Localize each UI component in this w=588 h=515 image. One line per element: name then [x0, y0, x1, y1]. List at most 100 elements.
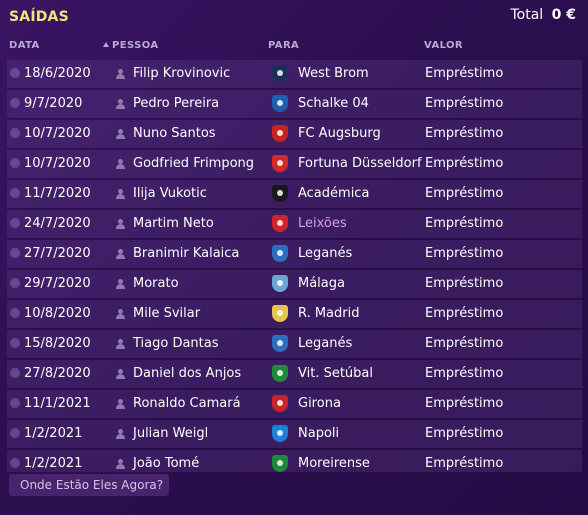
row-date: 27/7/2020: [24, 246, 91, 261]
row-status-icon: [10, 218, 20, 228]
row-date: 15/8/2020: [24, 336, 91, 351]
row-club-name[interactable]: Académica: [298, 186, 369, 201]
row-value: Empréstimo: [425, 456, 504, 471]
club-badge-icon: [272, 125, 288, 142]
row-person-name[interactable]: Martim Neto: [133, 216, 214, 231]
row-value: Empréstimo: [425, 246, 504, 261]
club-badge-icon: [272, 365, 288, 382]
row-club-name[interactable]: Napoli: [298, 426, 339, 441]
table-row[interactable]: 11/1/2021 Ronaldo Camará Girona Empréstimo: [7, 390, 582, 419]
club-badge-icon: [272, 155, 288, 172]
person-icon: [116, 99, 125, 109]
row-club-name[interactable]: Leixões: [298, 216, 347, 231]
row-club-name[interactable]: Málaga: [298, 276, 345, 291]
table-row[interactable]: 11/7/2020 Ilija Vukotic Académica Empréstim…: [7, 180, 582, 209]
table-row[interactable]: 1/2/2021 João Tomé Moreirense Empréstimo: [7, 450, 582, 472]
row-status-icon: [10, 398, 20, 408]
row-person-name[interactable]: Pedro Pereira: [133, 96, 219, 111]
row-club-name[interactable]: West Brom: [298, 66, 369, 81]
row-status-icon: [10, 338, 20, 348]
column-header-value[interactable]: VALOR: [424, 40, 463, 54]
person-icon: [116, 279, 125, 289]
row-club-name[interactable]: Moreirense: [298, 456, 370, 471]
transfers-list: 18/6/2020 Filip Krovinovic West Brom Emprés…: [7, 60, 582, 472]
row-person-name[interactable]: Nuno Santos: [133, 126, 216, 141]
person-icon: [116, 129, 125, 139]
row-club-name[interactable]: Leganés: [298, 336, 352, 351]
row-club-name[interactable]: FC Augsburg: [298, 126, 381, 141]
row-club-name[interactable]: Leganés: [298, 246, 352, 261]
row-club-name[interactable]: R. Madrid: [298, 306, 359, 321]
club-badge-icon: [272, 455, 288, 472]
row-club-name[interactable]: Vit. Setúbal: [298, 366, 373, 381]
row-date: 10/8/2020: [24, 306, 91, 321]
row-date: 18/6/2020: [24, 66, 91, 81]
table-row[interactable]: 24/7/2020 Martim Neto Leixões Empréstimo: [7, 210, 582, 239]
row-person-name[interactable]: Ilija Vukotic: [133, 186, 207, 201]
row-value: Empréstimo: [425, 126, 504, 141]
table-row[interactable]: 27/7/2020 Branimir Kalaica Leganés Emprésti…: [7, 240, 582, 269]
row-club-name[interactable]: Schalke 04: [298, 96, 369, 111]
row-value: Empréstimo: [425, 66, 504, 81]
row-date: 1/2/2021: [24, 456, 83, 471]
row-person-name[interactable]: João Tomé: [133, 456, 199, 471]
club-badge-icon: [272, 65, 288, 82]
row-value: Empréstimo: [425, 426, 504, 441]
table-row[interactable]: 9/7/2020 Pedro Pereira Schalke 04 Empréstim…: [7, 90, 582, 119]
row-person-name[interactable]: Tiago Dantas: [133, 336, 219, 351]
row-club-name[interactable]: Fortuna Düsseldorf: [298, 156, 422, 171]
row-date: 29/7/2020: [24, 276, 91, 291]
row-value: Empréstimo: [425, 96, 504, 111]
total-label: Total: [510, 7, 544, 23]
person-icon: [116, 339, 125, 349]
row-date: 9/7/2020: [24, 96, 83, 111]
row-date: 10/7/2020: [24, 126, 91, 141]
person-icon: [116, 69, 125, 79]
row-person-name[interactable]: Morato: [133, 276, 179, 291]
row-value: Empréstimo: [425, 276, 504, 291]
where-are-they-now-button[interactable]: Onde Estão Eles Agora?: [9, 474, 169, 496]
person-icon: [116, 459, 125, 469]
row-date: 10/7/2020: [24, 156, 91, 171]
table-row[interactable]: 10/8/2020 Mile Svilar R. Madrid Empréstimo: [7, 300, 582, 329]
table-row[interactable]: 1/2/2021 Julian Weigl Napoli Empréstimo: [7, 420, 582, 449]
row-status-icon: [10, 368, 20, 378]
table-row[interactable]: 18/6/2020 Filip Krovinovic West Brom Emprés…: [7, 60, 582, 89]
table-row[interactable]: 27/8/2020 Daniel dos Anjos Vit. Setúbal Emp…: [7, 360, 582, 389]
column-header-to[interactable]: PARA: [268, 40, 299, 54]
row-person-name[interactable]: Ronaldo Camará: [133, 396, 241, 411]
row-person-name[interactable]: Godfried Frimpong: [133, 156, 254, 171]
table-row[interactable]: 29/7/2020 Morato Málaga Empréstimo: [7, 270, 582, 299]
row-person-name[interactable]: Julian Weigl: [133, 426, 208, 441]
row-value: Empréstimo: [425, 336, 504, 351]
person-icon: [116, 159, 125, 169]
person-icon: [116, 219, 125, 229]
row-person-name[interactable]: Daniel dos Anjos: [133, 366, 241, 381]
club-badge-icon: [272, 425, 288, 442]
club-badge-icon: [272, 305, 288, 322]
row-club-name[interactable]: Girona: [298, 396, 341, 411]
row-status-icon: [10, 188, 20, 198]
row-value: Empréstimo: [425, 306, 504, 321]
person-icon: [116, 399, 125, 409]
person-icon: [116, 429, 125, 439]
row-value: Empréstimo: [425, 396, 504, 411]
row-person-name[interactable]: Mile Svilar: [133, 306, 200, 321]
person-icon: [116, 369, 125, 379]
club-badge-icon: [272, 185, 288, 202]
table-row[interactable]: 15/8/2020 Tiago Dantas Leganés Empréstimo: [7, 330, 582, 359]
row-date: 1/2/2021: [24, 426, 83, 441]
row-status-icon: [10, 158, 20, 168]
row-person-name[interactable]: Branimir Kalaica: [133, 246, 239, 261]
page-title: SAÍDAS: [9, 9, 69, 25]
table-row[interactable]: 10/7/2020 Nuno Santos FC Augsburg Empréstim…: [7, 120, 582, 149]
table-row[interactable]: 10/7/2020 Godfried Frimpong Fortuna Düssel…: [7, 150, 582, 179]
row-value: Empréstimo: [425, 366, 504, 381]
row-status-icon: [10, 248, 20, 258]
row-person-name[interactable]: Filip Krovinovic: [133, 66, 230, 81]
column-header-date[interactable]: DATA: [9, 40, 40, 54]
person-icon: [116, 189, 125, 199]
column-header-person[interactable]: PESSOA: [103, 40, 159, 54]
panel-header: SAÍDAS Total 0 €: [0, 0, 588, 36]
row-date: 27/8/2020: [24, 366, 91, 381]
